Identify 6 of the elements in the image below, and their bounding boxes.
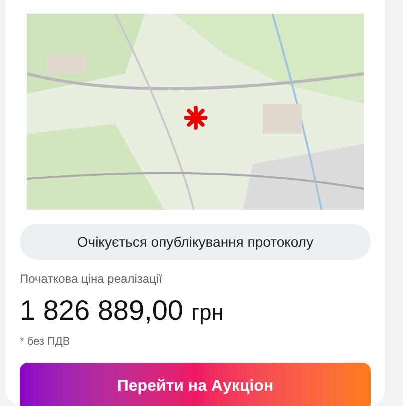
status-badge: Очікується опублікування протоколу <box>20 224 371 260</box>
auction-button[interactable]: Перейти на Аукціон <box>20 362 371 406</box>
currency-label: грн <box>192 299 224 327</box>
price-label: Початкова ціна реалізації <box>20 271 162 288</box>
price-amount: 1 826 889,00 <box>20 294 184 328</box>
tax-note: * без ПДВ <box>20 335 70 350</box>
